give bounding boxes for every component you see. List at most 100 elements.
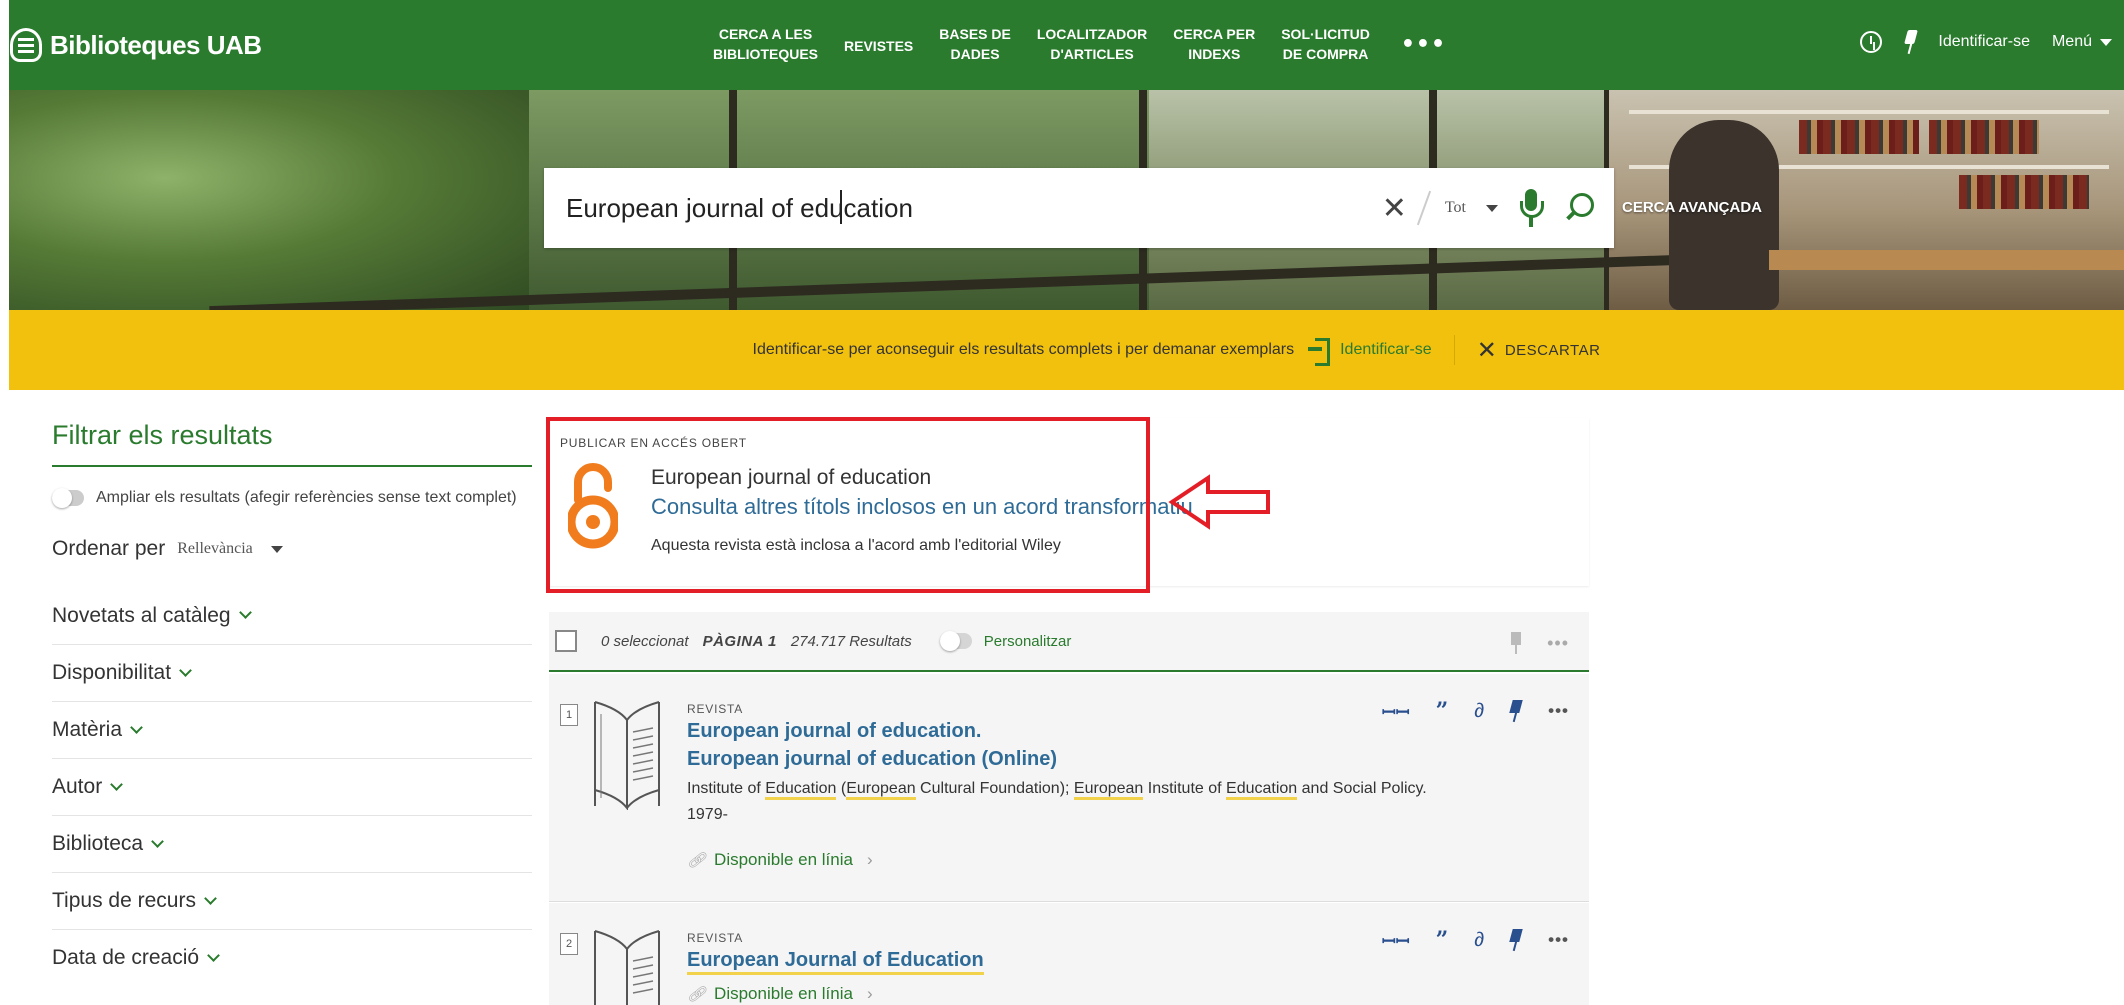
result-title[interactable]: European journal of education. bbox=[687, 720, 981, 743]
annotation-arrow-icon bbox=[1168, 474, 1270, 530]
result-item[interactable]: 1 REVISTA European journal of education.… bbox=[549, 674, 1589, 902]
personalize-label[interactable]: Personalitzar bbox=[984, 633, 1072, 650]
result-authors: Institute of Education (European Cultura… bbox=[687, 780, 1427, 800]
hero-books bbox=[1799, 120, 1919, 154]
annotation-highlight-box bbox=[546, 417, 1150, 593]
divider bbox=[1453, 335, 1455, 365]
pin-icon[interactable] bbox=[1511, 632, 1522, 654]
facet-library[interactable]: Biblioteca bbox=[52, 815, 532, 872]
author-text: ( bbox=[836, 780, 847, 797]
facet-resource-type[interactable]: Tipus de recurs bbox=[52, 872, 532, 929]
virtual-browse-icon[interactable]: ꟷꟷ bbox=[1382, 929, 1410, 952]
advanced-search-link[interactable]: CERCA AVANÇADA bbox=[1622, 199, 1762, 216]
sign-in-icon[interactable] bbox=[1308, 338, 1331, 366]
permalink-icon[interactable]: ∂ bbox=[1474, 929, 1484, 952]
hero-table bbox=[1769, 250, 2124, 270]
chevron-down-icon bbox=[130, 720, 143, 734]
highlighted-term: European bbox=[846, 780, 916, 800]
result-item[interactable]: 2 REVISTA European Journal of Education … bbox=[549, 903, 1589, 1005]
more-options-icon[interactable]: ••• bbox=[1548, 930, 1569, 950]
nav-more-button[interactable]: ••• bbox=[1383, 32, 1464, 57]
facet-subject[interactable]: Matèria bbox=[52, 701, 532, 758]
results-count: 274.717 Resultats bbox=[790, 632, 912, 650]
nav-databases[interactable]: BASES DE DADES bbox=[926, 18, 1024, 70]
page-indicator: PÀGINA 1 bbox=[702, 632, 777, 650]
chevron-down-icon bbox=[238, 606, 252, 619]
citation-icon[interactable]: ” bbox=[1436, 698, 1449, 724]
chevron-right-icon: › bbox=[866, 984, 873, 1003]
facet-creation-date[interactable]: Data de creació bbox=[52, 929, 532, 986]
main-nav: CERCA A LES BIBLIOTEQUES REVISTES BASES … bbox=[700, 18, 1464, 70]
banner-message: Identificar-se per aconseguir els result… bbox=[752, 341, 1295, 358]
hero-books bbox=[1929, 120, 2039, 154]
author-text: Institute of bbox=[1143, 780, 1227, 797]
sort-select[interactable]: Rellevància bbox=[177, 540, 253, 558]
result-actions: ꟷꟷ ” ∂ ••• bbox=[1382, 927, 1569, 953]
chevron-right-icon: › bbox=[866, 850, 873, 869]
scope-caret-icon[interactable] bbox=[1486, 204, 1498, 212]
highlighted-term: Education bbox=[1226, 780, 1298, 800]
search-input[interactable] bbox=[544, 168, 1372, 248]
login-link[interactable]: Identificar-se bbox=[1938, 33, 2030, 51]
open-book-icon bbox=[594, 930, 660, 1005]
highlighted-term: European bbox=[1073, 780, 1144, 800]
more-options-icon[interactable]: ••• bbox=[1547, 633, 1569, 654]
top-navigation-bar: Biblioteques UAB CERCA A LES BIBLIOTEQUE… bbox=[0, 0, 2124, 90]
pin-icon[interactable] bbox=[1510, 700, 1522, 722]
select-all-checkbox[interactable] bbox=[555, 630, 577, 652]
virtual-browse-icon[interactable]: ꟷꟷ bbox=[1382, 700, 1410, 723]
pin-icon[interactable] bbox=[1510, 929, 1522, 951]
personalize-toggle[interactable] bbox=[939, 631, 972, 651]
facet-label: Disponibilitat bbox=[52, 661, 172, 684]
availability-link[interactable]: 🔗︎ Disponible en línia › bbox=[687, 850, 873, 870]
result-number: 1 bbox=[560, 704, 578, 726]
text-cursor bbox=[840, 190, 842, 224]
facet-availability[interactable]: Disponibilitat bbox=[52, 644, 532, 701]
banner-login-link[interactable]: Identificar-se bbox=[1340, 341, 1432, 359]
menu-button[interactable]: Menú bbox=[2052, 33, 2112, 51]
highlighted-term: Education bbox=[765, 780, 837, 800]
result-title[interactable]: European Journal of Education bbox=[687, 949, 984, 975]
bulk-actions: ••• bbox=[1511, 632, 1569, 654]
dismiss-button[interactable]: DESCARTAR bbox=[1505, 342, 1601, 359]
close-icon[interactable]: ✕ bbox=[1477, 336, 1497, 365]
header-actions: Identificar-se Menú bbox=[1860, 30, 2112, 54]
expand-results-label: Ampliar els resultats (afegir referèncie… bbox=[96, 489, 517, 506]
hero-foliage bbox=[9, 90, 529, 310]
facet-author[interactable]: Autor bbox=[52, 758, 532, 815]
page: Biblioteques UAB CERCA A LES BIBLIOTEQUE… bbox=[0, 0, 2124, 1005]
facet-new-items[interactable]: Novetats al catàleg bbox=[52, 587, 532, 644]
facet-label: Tipus de recurs bbox=[52, 889, 196, 912]
availability-label: Disponible en línia bbox=[714, 850, 853, 869]
nav-library-search[interactable]: CERCA A LES BIBLIOTEQUES bbox=[700, 18, 831, 70]
clear-search-icon[interactable]: ✕ bbox=[1372, 191, 1417, 226]
author-text: Institute of bbox=[687, 780, 766, 797]
pinned-items-icon[interactable] bbox=[1904, 30, 1916, 54]
facet-label: Matèria bbox=[52, 718, 123, 741]
permalink-icon[interactable]: ∂ bbox=[1474, 700, 1484, 723]
result-year: 1979- bbox=[687, 806, 728, 823]
hero-books bbox=[1959, 175, 2089, 209]
expand-results-toggle[interactable] bbox=[52, 488, 84, 508]
menu-label: Menú bbox=[2051, 33, 2092, 50]
search-history-icon[interactable] bbox=[1860, 31, 1883, 53]
citation-icon[interactable]: ” bbox=[1436, 927, 1449, 953]
nav-purchase-request[interactable]: SOL·LICITUD DE COMPRA bbox=[1268, 18, 1383, 70]
resource-type: REVISTA bbox=[687, 702, 744, 716]
nav-journals[interactable]: REVISTES bbox=[831, 26, 926, 62]
link-icon: 🔗︎ bbox=[687, 986, 707, 1003]
search-scope-select[interactable]: Tot bbox=[1431, 199, 1486, 217]
result-title-alt[interactable]: European journal of education (Online) bbox=[687, 748, 1057, 771]
brand-logo[interactable]: Biblioteques UAB bbox=[10, 28, 262, 62]
library-logo-icon bbox=[10, 28, 42, 62]
facet-label: Novetats al catàleg bbox=[52, 603, 231, 627]
more-options-icon[interactable]: ••• bbox=[1548, 701, 1569, 721]
caret-down-icon[interactable] bbox=[270, 545, 283, 553]
search-bar: ✕ Tot bbox=[544, 168, 1614, 248]
microphone-icon[interactable] bbox=[1520, 189, 1544, 227]
nav-index-search[interactable]: CERCA PER INDEXS bbox=[1160, 18, 1268, 70]
search-icon[interactable] bbox=[1564, 193, 1594, 223]
nav-article-locator[interactable]: LOCALITZADOR D'ARTICLES bbox=[1024, 18, 1160, 70]
availability-link[interactable]: 🔗︎ Disponible en línia › bbox=[687, 984, 873, 1004]
result-number: 2 bbox=[560, 933, 578, 955]
